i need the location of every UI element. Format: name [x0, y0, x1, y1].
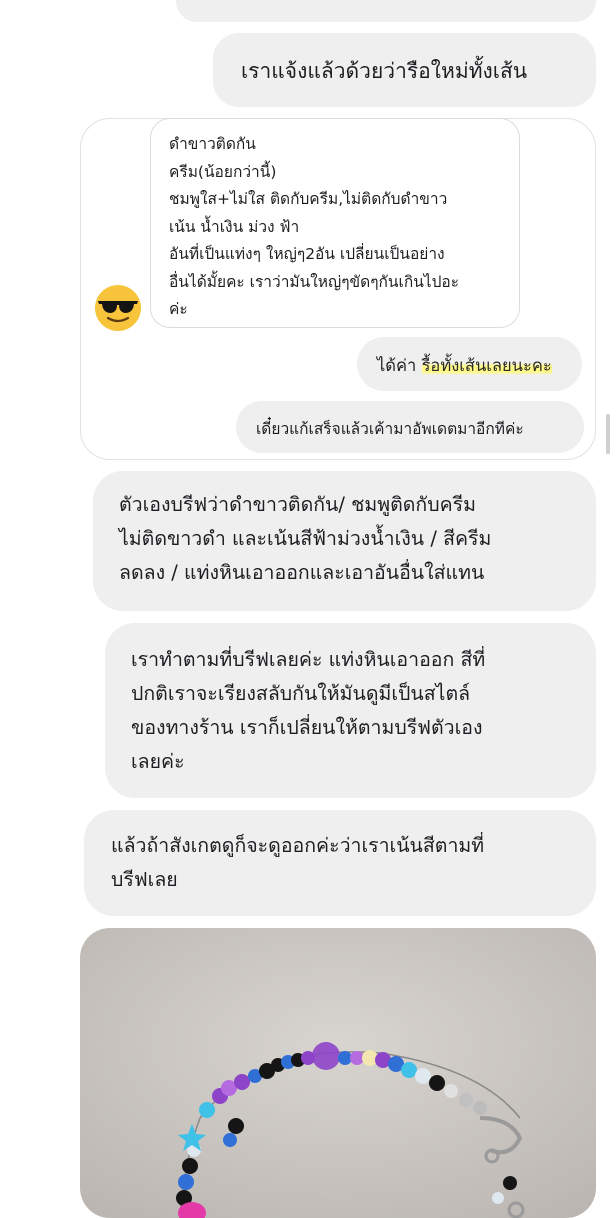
message-text: เราทำตามที่บรีฟเลยค่ะ แท่งหินเอาออก สีที…	[131, 648, 486, 773]
previous-message-bubble	[176, 0, 596, 22]
reply-text: ได้ค่า	[377, 356, 422, 375]
message-bubble-notice[interactable]: เราแจ้งแล้วด้วยว่ารือใหม่ทั้งเส้น	[213, 33, 596, 107]
message-bubble-brief-summary[interactable]: ตัวเองบรีฟว่าดำขาวติดกัน/ ชมพูติดกับครีม…	[93, 471, 596, 611]
message-bubble-explanation[interactable]: เราทำตามที่บรีฟเลยค่ะ แท่งหินเอาออก สีที…	[105, 623, 596, 798]
bracelet-image	[80, 928, 596, 1218]
quoted-brief-bubble: ดำขาวติดกัน ครีม(น้อยกว่านี้) ชมพูใส+ไม่…	[150, 118, 520, 328]
scrollbar[interactable]	[606, 414, 610, 454]
reply-bubble-update[interactable]: เดี๋ยวแก้เสร็จแล้วเค้ามาอัพเดตมาอีกทีค่ะ	[236, 401, 584, 453]
bracelet-photo[interactable]	[80, 928, 596, 1218]
quoted-brief-text: ดำขาวติดกัน ครีม(น้อยกว่านี้) ชมพูใส+ไม่…	[169, 135, 460, 318]
message-bubble-followup[interactable]: แล้วถ้าสังเกตดูก็จะดูออกค่ะว่าเราเน้นสีต…	[84, 810, 596, 916]
sunglasses-face-icon	[95, 285, 141, 331]
reply-text: เดี๋ยวแก้เสร็จแล้วเค้ามาอัพเดตมาอีกทีค่ะ	[256, 420, 524, 438]
message-text: เราแจ้งแล้วด้วยว่ารือใหม่ทั้งเส้น	[241, 59, 528, 83]
highlighted-text: รื้อทั้งเส้นเลยนะคะ	[421, 356, 552, 375]
message-text: แล้วถ้าสังเกตดูก็จะดูออกค่ะว่าเราเน้นสีต…	[111, 834, 485, 891]
message-text: ตัวเองบรีฟว่าดำขาวติดกัน/ ชมพูติดกับครีม…	[119, 493, 492, 584]
reply-bubble-confirm[interactable]: ได้ค่า รื้อทั้งเส้นเลยนะคะ	[357, 337, 582, 391]
